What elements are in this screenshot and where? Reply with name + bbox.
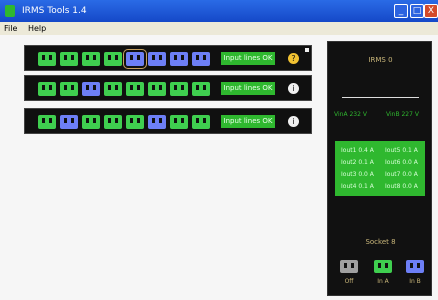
input-lines-status: Input lines OK <box>221 82 275 95</box>
vin-b: VinB 227 V <box>386 111 419 118</box>
socket-1-icon[interactable] <box>38 115 56 129</box>
reading-left: Iout2 0.1 A <box>341 159 374 166</box>
socket-5-icon[interactable] <box>126 115 144 129</box>
irms-detail-panel: IRMS 0 VinA 232 V VinB 227 V Iout1 0.4 A… <box>327 41 432 296</box>
socket-4-icon[interactable] <box>104 82 122 96</box>
socket-3-icon[interactable] <box>82 115 100 129</box>
close-button[interactable]: X <box>424 4 438 18</box>
input-lines-status: Input lines OK <box>221 115 275 128</box>
content-area: Input lines OK ? Input lines OK i Input … <box>0 35 438 300</box>
socket-7-icon[interactable] <box>170 52 188 66</box>
irms-row-2: Input lines OK i <box>24 75 312 101</box>
legend-off-icon <box>340 260 358 273</box>
legend-in-b-icon <box>406 260 424 273</box>
help-icon[interactable]: ? <box>288 53 299 64</box>
socket-title: Socket 8 <box>365 238 396 246</box>
menu-file[interactable]: File <box>4 24 17 33</box>
vin-a: VinA 232 V <box>334 111 367 118</box>
divider <box>342 97 419 98</box>
legend-in-a-label: In A <box>377 278 389 285</box>
panel-title: IRMS 0 <box>368 56 393 64</box>
irms-row-3: Input lines OK i <box>24 108 312 134</box>
reading-right: Iout7 0.0 A <box>385 171 418 178</box>
legend-off-label: Off <box>344 278 354 285</box>
window-title: IRMS Tools 1.4 <box>22 6 87 16</box>
socket-1-icon[interactable] <box>38 52 56 66</box>
socket-8-icon[interactable] <box>192 115 210 129</box>
info-icon[interactable]: i <box>288 116 299 127</box>
socket-6-icon[interactable] <box>148 115 166 129</box>
current-table: Iout1 0.4 A Iout5 0.1 A Iout2 0.1 A Iout… <box>335 141 425 196</box>
minimize-button[interactable]: _ <box>394 4 408 18</box>
menu-help[interactable]: Help <box>28 24 46 33</box>
maximize-button[interactable]: □ <box>410 4 424 18</box>
socket-4-icon[interactable] <box>104 52 122 66</box>
socket-4-icon[interactable] <box>104 115 122 129</box>
irms-row-1: Input lines OK ? <box>24 45 312 71</box>
app-icon <box>5 5 15 17</box>
socket-8-icon[interactable] <box>192 52 210 66</box>
reading-right: Iout5 0.1 A <box>385 147 418 154</box>
socket-6-icon[interactable] <box>148 52 166 66</box>
reading-left: Iout1 0.4 A <box>341 147 374 154</box>
reading-right: Iout8 0.0 A <box>385 183 418 190</box>
socket-5-icon[interactable] <box>123 49 147 69</box>
reading-left: Iout3 0.0 A <box>341 171 374 178</box>
reading-left: Iout4 0.1 A <box>341 183 374 190</box>
socket-7-icon[interactable] <box>170 115 188 129</box>
socket-3-icon[interactable] <box>82 82 100 96</box>
reading-right: Iout6 0.0 A <box>385 159 418 166</box>
socket-5-icon[interactable] <box>126 82 144 96</box>
socket-2-icon[interactable] <box>60 82 78 96</box>
title-bar: IRMS Tools 1.4 _ □ X <box>0 0 438 22</box>
socket-1-icon[interactable] <box>38 82 56 96</box>
socket-8-icon[interactable] <box>192 82 210 96</box>
socket-3-icon[interactable] <box>82 52 100 66</box>
legend-in-a-icon <box>374 260 392 273</box>
socket-7-icon[interactable] <box>170 82 188 96</box>
socket-2-icon[interactable] <box>60 52 78 66</box>
legend-in-b-label: In B <box>409 278 421 285</box>
socket-2-icon[interactable] <box>60 115 78 129</box>
input-lines-status: Input lines OK <box>221 52 275 65</box>
socket-6-icon[interactable] <box>148 82 166 96</box>
corner-indicator <box>305 48 309 52</box>
menu-bar: File Help <box>0 22 438 35</box>
info-icon[interactable]: i <box>288 83 299 94</box>
